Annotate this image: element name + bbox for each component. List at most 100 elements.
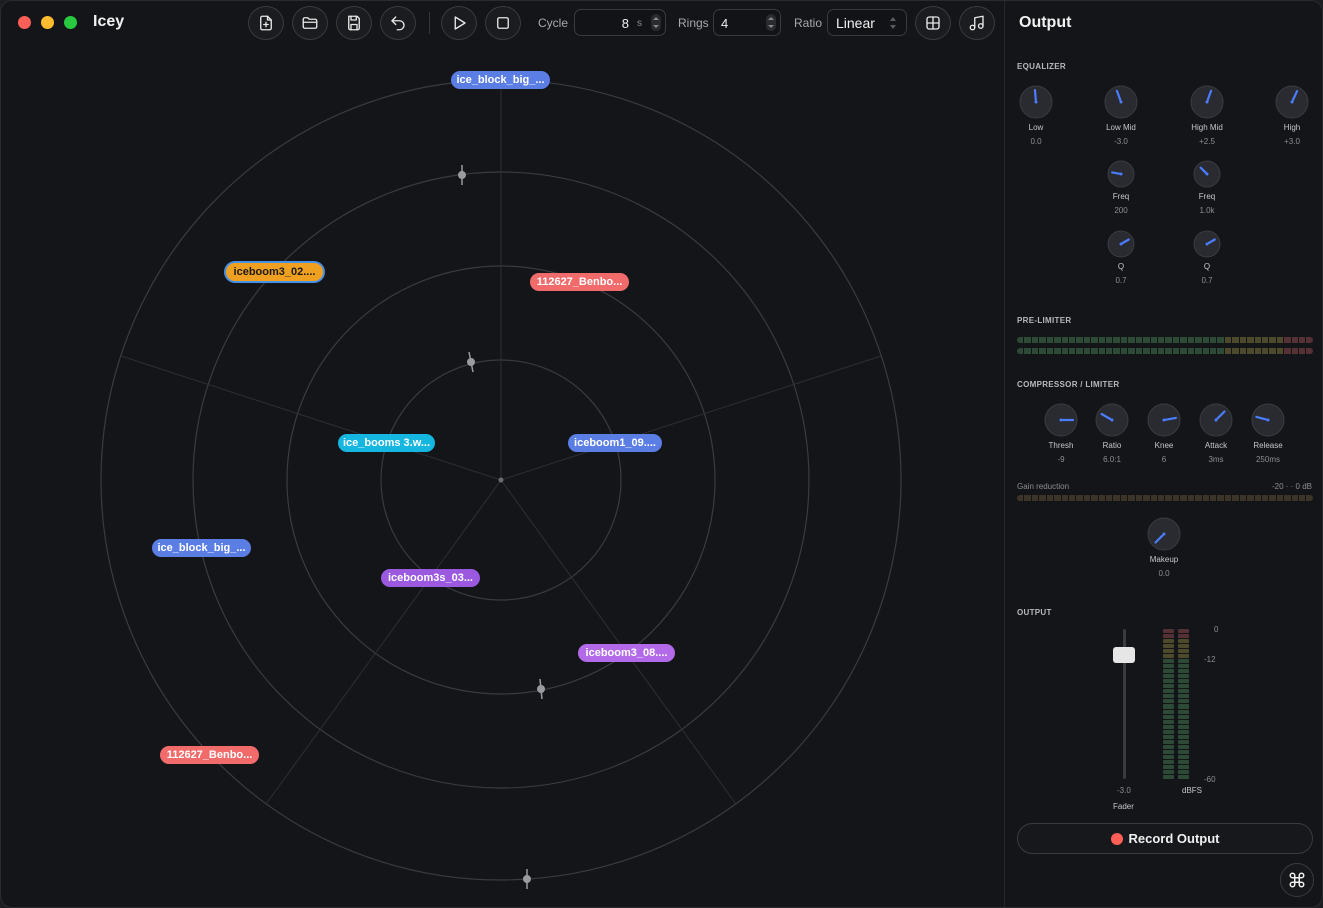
knob-high-mid-2[interactable]: High Mid +2.5 xyxy=(1167,85,1247,146)
gain-reduction-meter xyxy=(1017,495,1313,501)
knob-makeup[interactable]: Makeup 0.0 xyxy=(1124,517,1204,578)
knob-dial[interactable] xyxy=(1193,230,1221,258)
sample-pill[interactable]: iceboom3_08.... xyxy=(578,644,675,662)
meter-segment xyxy=(1054,348,1061,354)
meter-segment xyxy=(1163,734,1174,739)
grid-view-button[interactable] xyxy=(915,6,951,40)
knob-dial[interactable] xyxy=(1104,85,1138,119)
ratio-select[interactable]: Linear xyxy=(827,9,907,36)
save-icon xyxy=(348,15,360,31)
knob-high-3[interactable]: High +3.0 xyxy=(1252,85,1322,146)
minimize-window-button[interactable] xyxy=(41,16,54,29)
close-window-button[interactable] xyxy=(18,16,31,29)
radial-sequencer-canvas[interactable]: ice_block_big_... iceboom3_02.... 112627… xyxy=(1,45,1004,907)
pre-limiter-meter-right xyxy=(1017,348,1313,354)
meter-segment xyxy=(1083,337,1091,343)
fader-label: Fader xyxy=(1113,802,1134,811)
meter-segment xyxy=(1083,348,1091,354)
meter-segment xyxy=(1024,337,1031,343)
knob-dial[interactable] xyxy=(1275,85,1309,119)
zoom-window-button[interactable] xyxy=(64,16,77,29)
meter-segment xyxy=(1224,495,1232,501)
stop-button[interactable] xyxy=(485,6,521,40)
rings-input[interactable]: 4 xyxy=(713,9,781,36)
save-button[interactable] xyxy=(336,6,372,40)
meter-segment xyxy=(1163,714,1174,719)
knob-release-4[interactable]: Release 250ms xyxy=(1228,403,1308,464)
meter-segment xyxy=(1120,348,1128,354)
meter-segment xyxy=(1232,337,1239,343)
sample-pill[interactable]: ice_booms 3.w... xyxy=(338,434,435,452)
knob-dial[interactable] xyxy=(1147,517,1181,551)
meter-segment xyxy=(1172,348,1180,354)
knob-dial[interactable] xyxy=(1107,160,1135,188)
knob-freq-4[interactable]: Freq 200 xyxy=(1081,160,1161,215)
meter-segment xyxy=(1098,337,1106,343)
knob-dial[interactable] xyxy=(1251,403,1285,437)
sample-pill[interactable]: ice_block_big_... xyxy=(152,539,251,557)
meter-segment xyxy=(1039,495,1046,501)
output-fader-handle[interactable] xyxy=(1113,647,1135,663)
meter-segment xyxy=(1178,734,1189,739)
meter-segment xyxy=(1163,634,1174,639)
open-file-button[interactable] xyxy=(292,6,328,40)
meter-segment xyxy=(1276,337,1284,343)
rings-stepper[interactable] xyxy=(766,14,776,31)
sample-pill[interactable]: ice_block_big_... xyxy=(451,71,550,89)
meter-segment xyxy=(1306,495,1313,501)
meter-segment xyxy=(1061,495,1068,501)
meter-segment xyxy=(1178,729,1189,734)
meter-segment xyxy=(1178,669,1189,674)
knob-dial[interactable] xyxy=(1107,230,1135,258)
meter-segment xyxy=(1178,664,1189,669)
meter-segment xyxy=(1291,337,1299,343)
rings-value: 4 xyxy=(721,16,729,31)
sample-pill[interactable]: iceboom1_09.... xyxy=(568,434,662,452)
knob-value: 0.0 xyxy=(1158,569,1170,578)
sample-pill[interactable]: iceboom3_02.... xyxy=(226,263,323,281)
playhead-marker[interactable] xyxy=(467,351,475,373)
output-panel: Output EQUALIZER Low 0.0 Low Mid -3.0 High M… xyxy=(1004,1,1322,907)
sample-pill[interactable]: 112627_Benbo... xyxy=(160,746,259,764)
knob-low-mid-1[interactable]: Low Mid -3.0 xyxy=(1081,85,1161,146)
knob-freq-5[interactable]: Freq 1.0k xyxy=(1167,160,1247,215)
knob-label: Freq xyxy=(1198,192,1216,201)
record-output-button[interactable]: Record Output xyxy=(1017,823,1313,854)
cycle-input[interactable]: 8 s xyxy=(574,9,666,36)
knob-low-0[interactable]: Low 0.0 xyxy=(996,85,1076,146)
meter-segment xyxy=(1276,348,1284,354)
meter-segment xyxy=(1306,348,1313,354)
sample-pill[interactable]: iceboom3s_03... xyxy=(381,569,480,587)
ratio-label: Ratio xyxy=(794,16,823,30)
music-button[interactable] xyxy=(959,6,995,40)
play-button[interactable] xyxy=(441,6,477,40)
meter-segment xyxy=(1209,337,1217,343)
meter-segment xyxy=(1195,495,1202,501)
sample-pill[interactable]: 112627_Benbo... xyxy=(530,273,629,291)
meter-segment xyxy=(1178,749,1189,754)
record-icon xyxy=(1110,832,1123,845)
playhead-marker[interactable] xyxy=(537,678,545,700)
undo-button[interactable] xyxy=(380,6,416,40)
cycle-stepper[interactable] xyxy=(651,14,661,31)
app-window: Icey Cycle 8 s Rings 4 Ratio Linear ice_… xyxy=(0,0,1323,908)
knob-dial[interactable] xyxy=(1190,85,1224,119)
meter-segment xyxy=(1180,348,1187,354)
playhead-marker[interactable] xyxy=(458,165,466,185)
meter-segment xyxy=(1128,495,1135,501)
knob-q-6[interactable]: Q 0.7 xyxy=(1081,230,1161,285)
meter-segment xyxy=(1306,337,1313,343)
meter-segment xyxy=(1106,348,1113,354)
playhead-marker[interactable] xyxy=(523,869,531,889)
knob-value: -3.0 xyxy=(1114,137,1128,146)
music-note-icon xyxy=(969,15,984,31)
meter-segment xyxy=(1299,337,1306,343)
knob-q-7[interactable]: Q 0.7 xyxy=(1167,230,1247,285)
knob-dial[interactable] xyxy=(1193,160,1221,188)
command-button[interactable] xyxy=(1280,863,1314,897)
new-file-button[interactable] xyxy=(248,6,284,40)
knob-dial[interactable] xyxy=(1019,85,1053,119)
meter-segment xyxy=(1163,654,1174,659)
cycle-value: 8 xyxy=(621,16,629,31)
toolbar: Icey Cycle 8 s Rings 4 Ratio Linear xyxy=(1,1,1004,45)
